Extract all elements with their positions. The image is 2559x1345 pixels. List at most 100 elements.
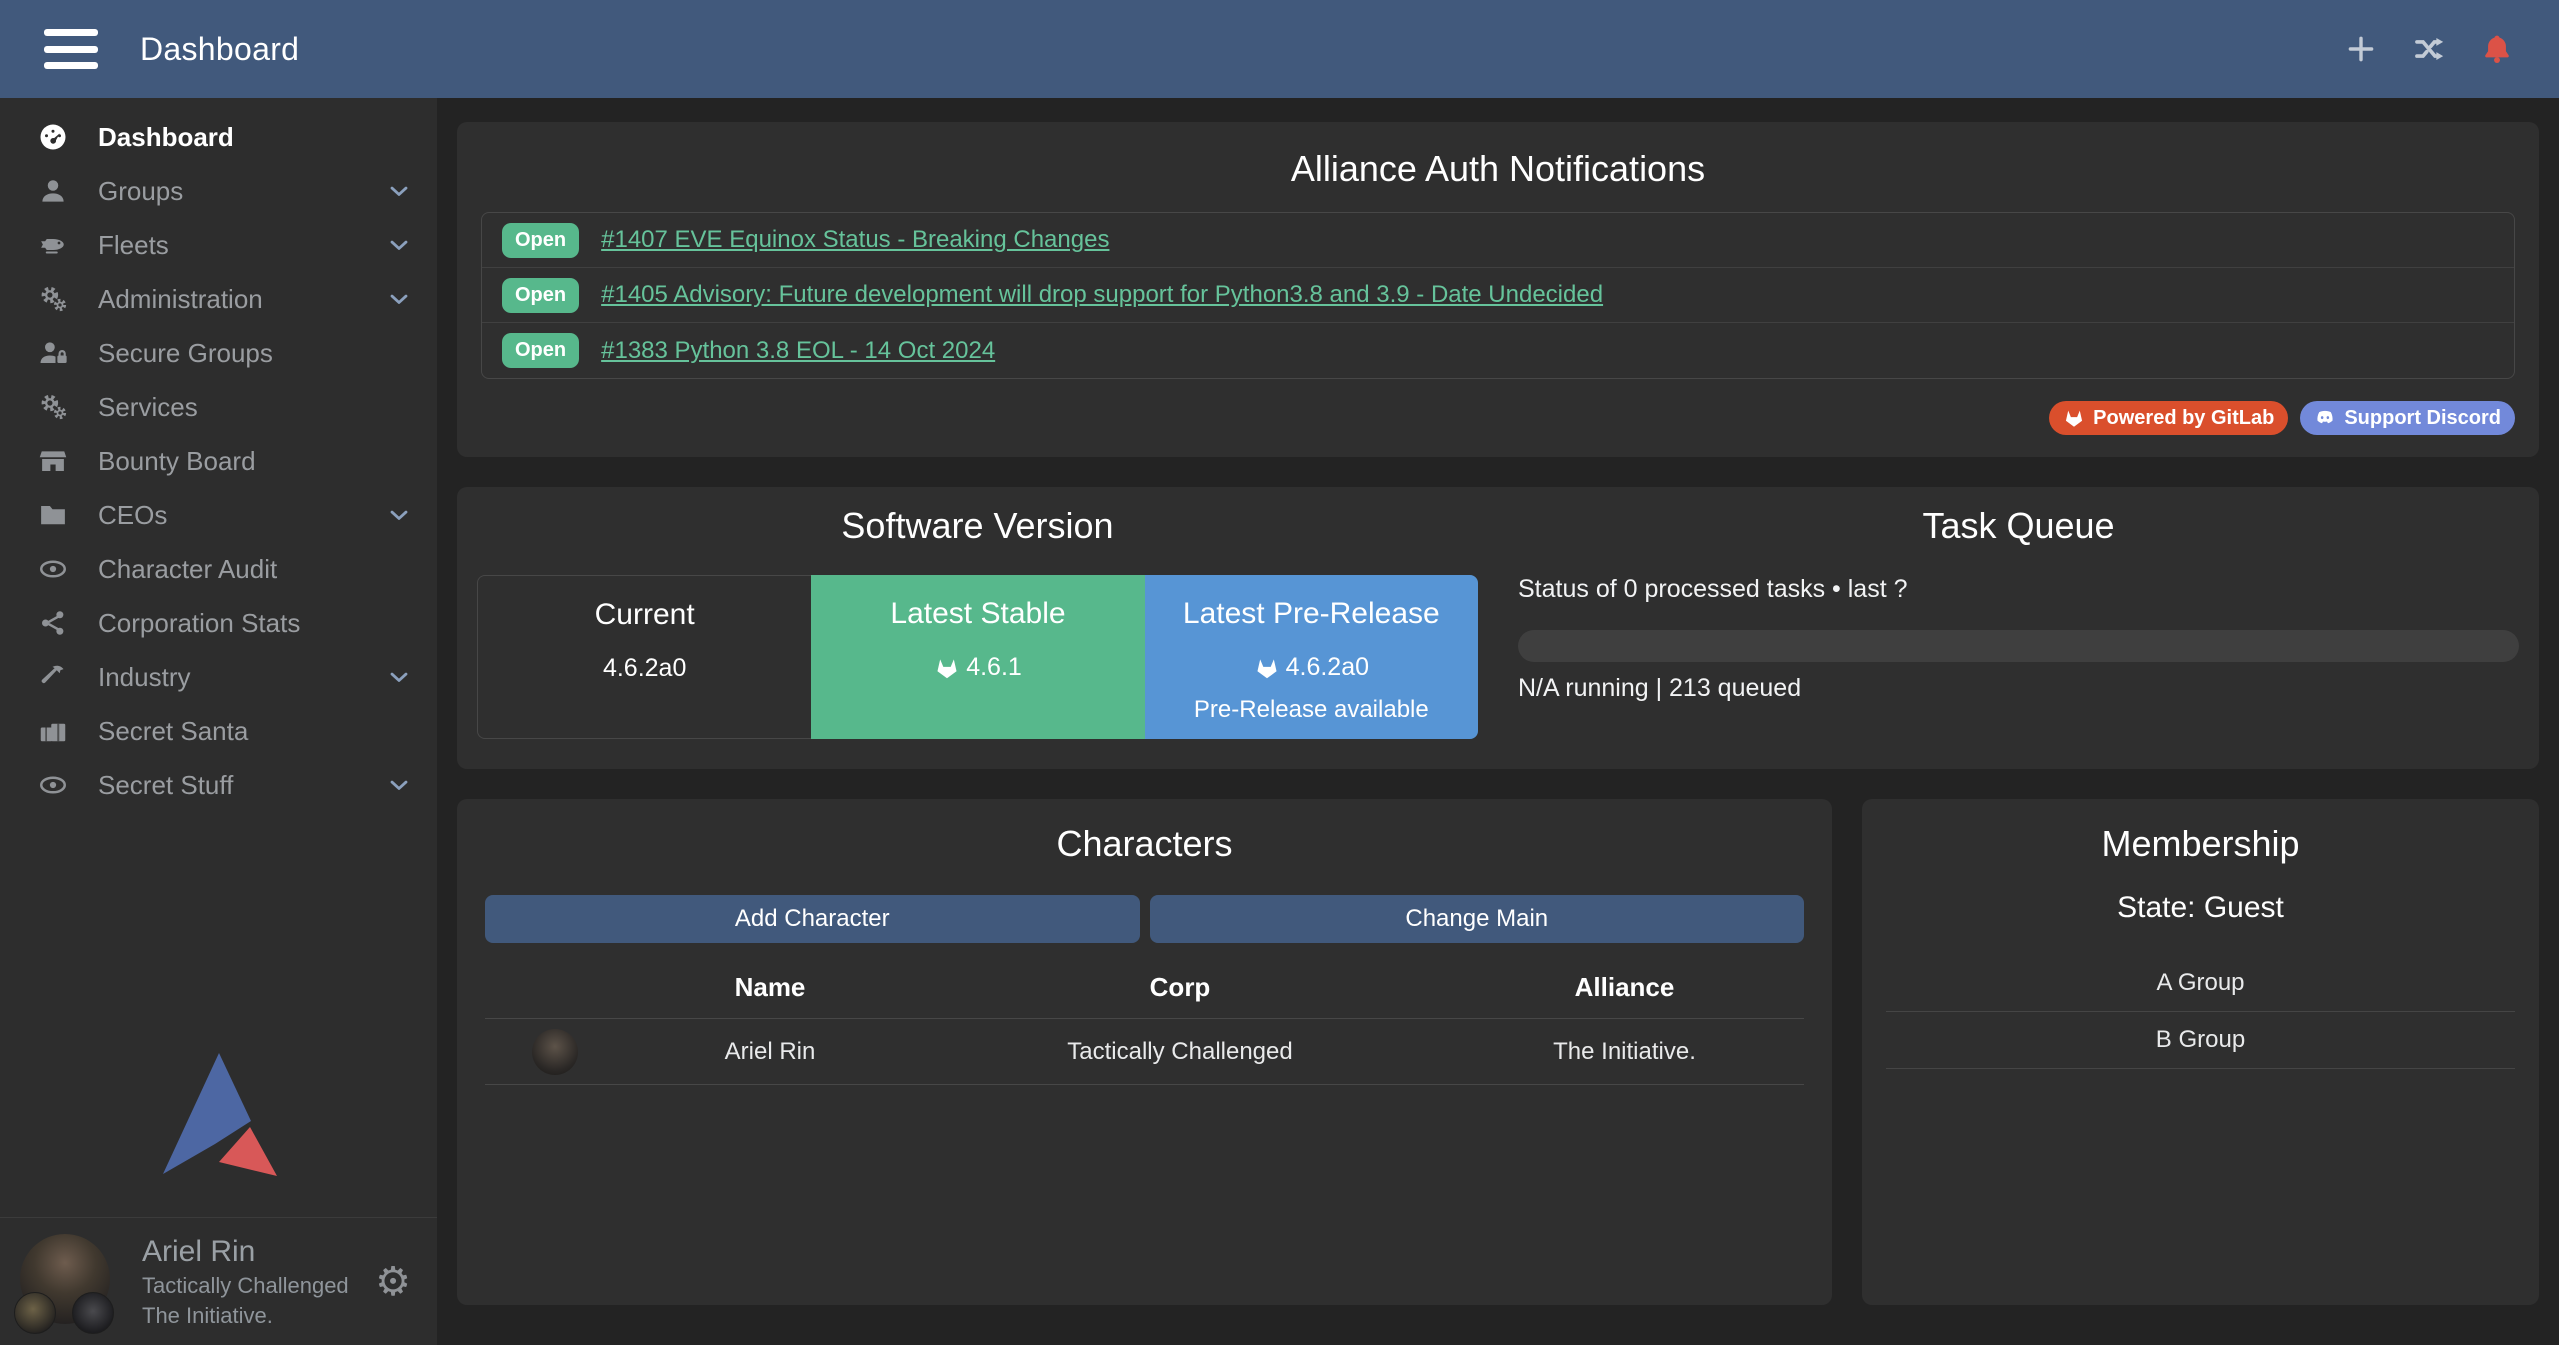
version-box: Current 4.6.2a0 Latest Stable 4.6.1 Late… <box>477 575 1478 739</box>
sidebar-item-dashboard[interactable]: Dashboard <box>0 110 437 164</box>
gear-icon[interactable]: ⚙ <box>375 1262 411 1302</box>
gitlab-badge-label: Powered by GitLab <box>2093 407 2274 430</box>
add-character-button[interactable]: Add Character <box>485 895 1140 943</box>
cogs-icon <box>30 284 76 314</box>
menu-toggle-icon[interactable] <box>44 29 98 69</box>
sidebar-item-ceos[interactable]: CEOs <box>0 488 437 542</box>
folder-icon <box>30 500 76 530</box>
sidebar-item-bounty-board[interactable]: Bounty Board <box>0 434 437 488</box>
bell-icon[interactable] <box>2477 29 2517 69</box>
gifts-icon <box>30 716 76 746</box>
list-item: B Group <box>1886 1012 2515 1069</box>
task-queue-title: Task Queue <box>1518 505 2519 547</box>
sidebar-item-secret-stuff[interactable]: Secret Stuff <box>0 758 437 812</box>
sidebar: Dashboard Groups Fleets <box>0 98 437 1345</box>
task-queue-section: Task Queue Status of 0 processed tasks •… <box>1498 505 2539 739</box>
notification-link[interactable]: #1405 Advisory: Future development will … <box>601 281 1603 309</box>
group-list: A Group B Group <box>1886 955 2515 1069</box>
character-row-portrait <box>532 1029 578 1075</box>
sidebar-item-label: Secret Santa <box>98 716 248 747</box>
sidebar-item-industry[interactable]: Industry <box>0 650 437 704</box>
gitlab-icon <box>2063 407 2085 429</box>
notification-link[interactable]: #1407 EVE Equinox Status - Breaking Chan… <box>601 226 1109 254</box>
user-icon <box>30 176 76 206</box>
change-main-button[interactable]: Change Main <box>1150 895 1805 943</box>
membership-state: State: Guest <box>1886 891 2515 925</box>
sidebar-item-label: Industry <box>98 662 191 693</box>
shuttle-icon <box>30 230 76 260</box>
sidebar-item-administration[interactable]: Administration <box>0 272 437 326</box>
sidebar-item-label: Groups <box>98 176 183 207</box>
navbar-actions <box>2341 29 2523 69</box>
alliance-auth-logo <box>160 1051 278 1177</box>
sidebar-item-secure-groups[interactable]: Secure Groups <box>0 326 437 380</box>
notifications-title: Alliance Auth Notifications <box>481 148 2515 190</box>
sidebar-item-label: Fleets <box>98 230 169 261</box>
hammer-icon <box>30 662 76 692</box>
top-navbar: Dashboard <box>0 0 2559 98</box>
version-prerelease-note: Pre-Release available <box>1145 696 1478 724</box>
gitlab-badge[interactable]: Powered by GitLab <box>2049 401 2288 435</box>
user-panel: Ariel Rin Tactically Challenged The Init… <box>0 1217 437 1345</box>
sidebar-item-label: CEOs <box>98 500 167 531</box>
characters-title: Characters <box>485 823 1804 865</box>
sidebar-item-secret-santa[interactable]: Secret Santa <box>0 704 437 758</box>
page-title: Dashboard <box>140 31 299 68</box>
notifications-list: Open #1407 EVE Equinox Status - Breaking… <box>481 212 2515 379</box>
cell-name: Ariel Rin <box>625 1038 915 1066</box>
user-lock-icon <box>30 338 76 368</box>
chevron-down-icon <box>385 663 413 691</box>
user-corp: Tactically Challenged <box>142 1273 349 1299</box>
external-badges: Powered by GitLab Support Discord <box>481 401 2515 435</box>
list-item: Open #1383 Python 3.8 EOL - 14 Oct 2024 <box>482 323 2514 378</box>
status-badge: Open <box>502 223 579 258</box>
chevron-down-icon <box>385 177 413 205</box>
list-item: Open #1405 Advisory: Future development … <box>482 268 2514 323</box>
gitlab-icon <box>1254 655 1280 681</box>
sidebar-item-label: Corporation Stats <box>98 608 300 639</box>
sidebar-item-label: Bounty Board <box>98 446 256 477</box>
software-version-section: Software Version Current 4.6.2a0 Latest … <box>457 505 1498 739</box>
list-item: Open #1407 EVE Equinox Status - Breaking… <box>482 213 2514 268</box>
version-prerelease-cell: Latest Pre-Release 4.6.2a0 Pre-Release a… <box>1145 575 1478 739</box>
tachometer-icon <box>30 122 76 152</box>
task-queue-status: Status of 0 processed tasks • last ? <box>1518 575 2519 604</box>
list-item: A Group <box>1886 955 2515 1012</box>
cell-alliance: The Initiative. <box>1445 1038 1804 1066</box>
task-queue-progress-bar <box>1518 630 2519 662</box>
sidebar-item-fleets[interactable]: Fleets <box>0 218 437 272</box>
user-alliance: The Initiative. <box>142 1303 349 1329</box>
notifications-panel: Alliance Auth Notifications Open #1407 E… <box>457 122 2539 457</box>
table-header: Name Corp Alliance <box>485 957 1804 1019</box>
table-row: Ariel Rin Tactically Challenged The Init… <box>485 1019 1804 1085</box>
version-stable-cell: Latest Stable 4.6.1 <box>811 575 1144 739</box>
cogs-icon <box>30 392 76 422</box>
sidebar-item-label: Administration <box>98 284 263 315</box>
sidebar-item-label: Secure Groups <box>98 338 273 369</box>
notification-link[interactable]: #1383 Python 3.8 EOL - 14 Oct 2024 <box>601 337 995 365</box>
discord-badge[interactable]: Support Discord <box>2300 401 2515 435</box>
chevron-down-icon <box>385 285 413 313</box>
sidebar-item-corporation-stats[interactable]: Corporation Stats <box>0 596 437 650</box>
characters-table: Name Corp Alliance Ariel Rin Tactically … <box>485 957 1804 1085</box>
status-badge: Open <box>502 333 579 368</box>
chevron-down-icon <box>385 771 413 799</box>
characters-panel: Characters Add Character Change Main Nam… <box>457 799 1832 1305</box>
sidebar-item-groups[interactable]: Groups <box>0 164 437 218</box>
plus-icon[interactable] <box>2341 29 2381 69</box>
sidebar-item-label: Dashboard <box>98 122 234 153</box>
shuffle-icon[interactable] <box>2409 29 2449 69</box>
discord-badge-label: Support Discord <box>2344 407 2501 430</box>
version-current-cell: Current 4.6.2a0 <box>477 575 811 739</box>
avatar <box>20 1234 116 1330</box>
status-panel: Software Version Current 4.6.2a0 Latest … <box>457 487 2539 769</box>
sidebar-item-character-audit[interactable]: Character Audit <box>0 542 437 596</box>
sidebar-item-services[interactable]: Services <box>0 380 437 434</box>
main-content: Alliance Auth Notifications Open #1407 E… <box>437 98 2559 1345</box>
column-alliance: Alliance <box>1445 972 1804 1003</box>
corp-logo <box>14 1292 56 1334</box>
version-current-header: Current <box>478 598 811 632</box>
sidebar-item-label: Services <box>98 392 198 423</box>
version-stable-value: 4.6.1 <box>966 653 1022 682</box>
sidebar-menu: Dashboard Groups Fleets <box>0 98 437 812</box>
